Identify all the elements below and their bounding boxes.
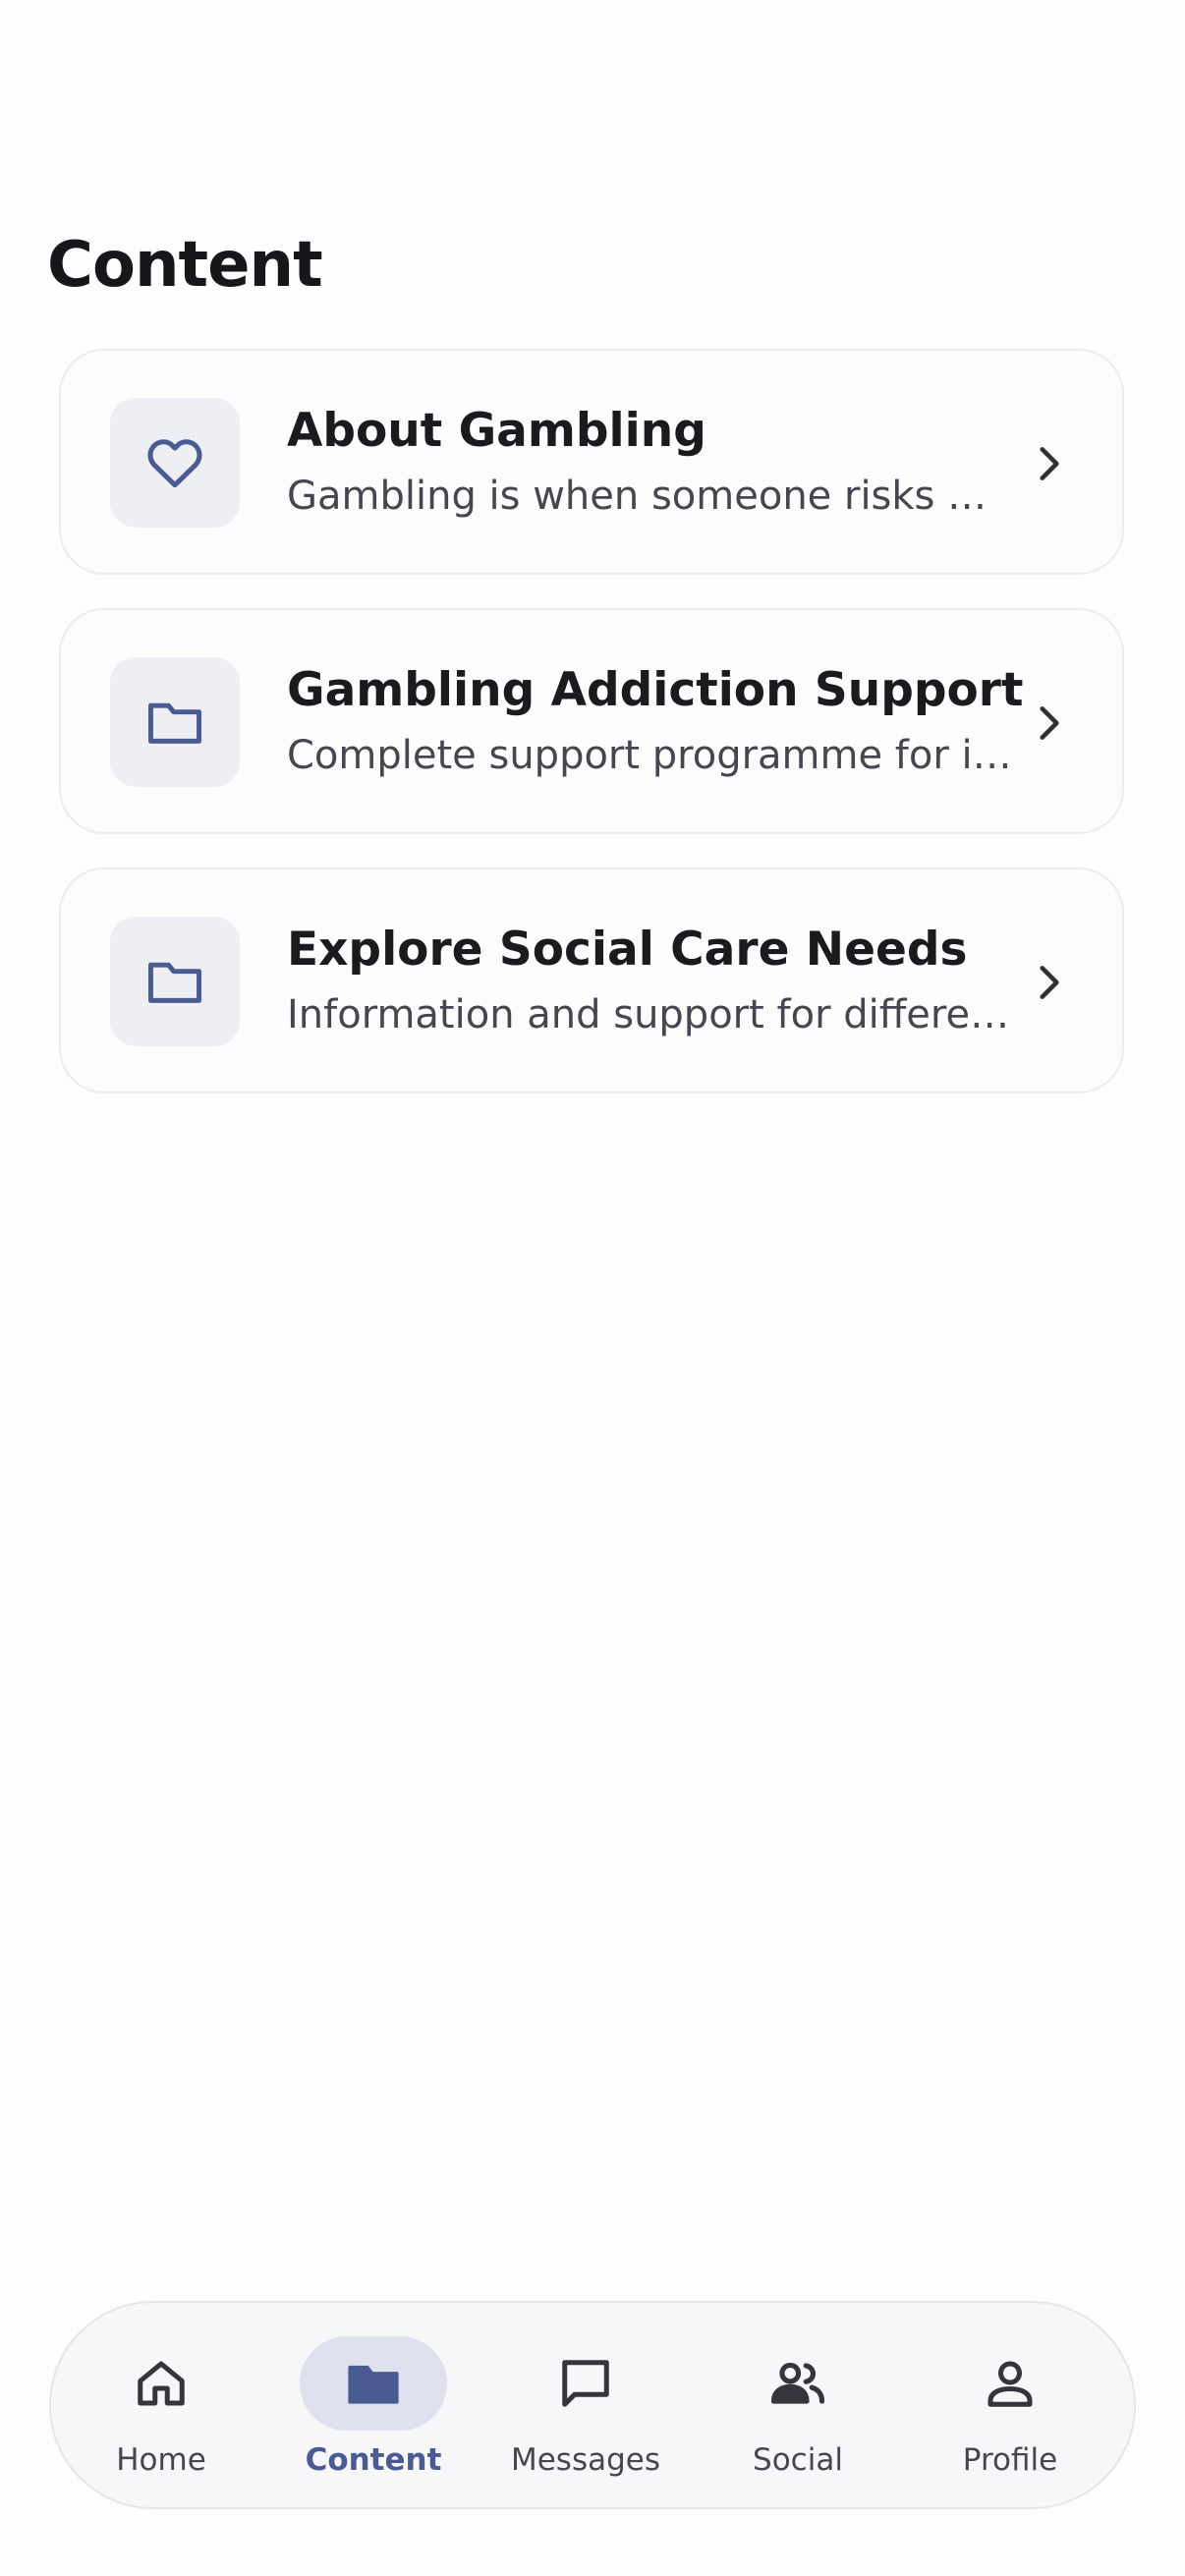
folder-icon bbox=[148, 702, 201, 744]
card-icon-container bbox=[110, 398, 240, 528]
card-description: Information and support for different so… bbox=[287, 992, 1014, 1037]
nav-label: Social bbox=[753, 2442, 843, 2478]
nav-item-messages[interactable]: Messages bbox=[480, 2303, 692, 2511]
people-icon bbox=[770, 2362, 825, 2404]
bottom-navigation-bar: Home Content Messages Social Profile bbox=[49, 2301, 1136, 2509]
card-description: Gambling is when someone risks money or … bbox=[287, 474, 1014, 519]
nav-item-home[interactable]: Home bbox=[55, 2303, 267, 2511]
nav-icon-container bbox=[512, 2336, 659, 2431]
card-title: About Gambling bbox=[287, 404, 706, 458]
nav-label: Content bbox=[305, 2442, 442, 2478]
nav-label: Profile bbox=[962, 2442, 1058, 2478]
nav-active-indicator bbox=[300, 2336, 447, 2431]
nav-item-social[interactable]: Social bbox=[692, 2303, 904, 2511]
home-icon bbox=[138, 2361, 185, 2406]
card-title: Gambling Addiction Support bbox=[287, 663, 1024, 717]
chevron-right-icon bbox=[1040, 447, 1059, 480]
message-icon bbox=[562, 2360, 609, 2407]
nav-icon-container bbox=[936, 2336, 1084, 2431]
page-title: Content bbox=[47, 229, 323, 302]
person-icon bbox=[988, 2361, 1033, 2407]
nav-label: Messages bbox=[510, 2442, 661, 2478]
heart-icon bbox=[147, 439, 202, 488]
nav-label: Home bbox=[116, 2442, 206, 2478]
nav-item-profile[interactable]: Profile bbox=[904, 2303, 1116, 2511]
content-card-gambling-addiction-support[interactable]: Gambling Addiction Support Complete supp… bbox=[59, 608, 1124, 834]
nav-item-content[interactable]: Content bbox=[267, 2303, 480, 2511]
chevron-right-icon bbox=[1040, 706, 1059, 740]
nav-icon-container bbox=[724, 2336, 872, 2431]
content-card-explore-social-care-needs[interactable]: Explore Social Care Needs Information an… bbox=[59, 868, 1124, 1093]
card-description: Complete support programme for individua… bbox=[287, 733, 1014, 778]
folder-icon bbox=[148, 962, 201, 1003]
nav-icon-container bbox=[87, 2336, 235, 2431]
folder-icon bbox=[348, 2365, 399, 2404]
card-icon-container bbox=[110, 917, 240, 1046]
chevron-right-icon bbox=[1040, 966, 1059, 999]
card-title: Explore Social Care Needs bbox=[287, 923, 968, 977]
content-card-about-gambling[interactable]: About Gambling Gambling is when someone … bbox=[59, 349, 1124, 575]
card-icon-container bbox=[110, 657, 240, 787]
